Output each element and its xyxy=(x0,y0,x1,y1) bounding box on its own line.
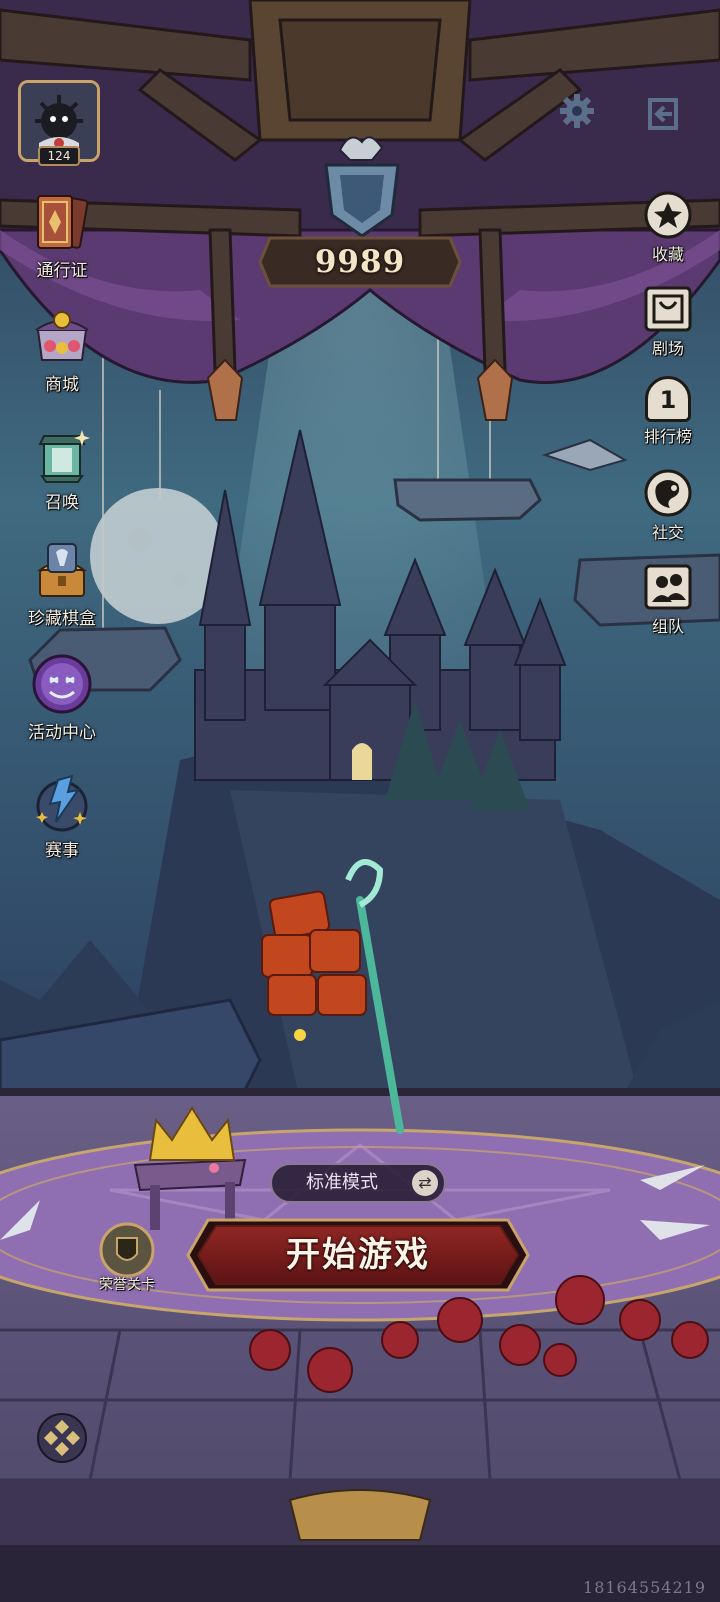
gear-icon xyxy=(560,94,594,128)
sidebar-item-theater[interactable]: 剧场 xyxy=(628,284,708,359)
sidebar-item-label: 召唤 xyxy=(45,493,79,513)
sidebar-item-label: 排行榜 xyxy=(643,427,692,446)
social-icon xyxy=(644,469,692,517)
sidebar-item-event-center[interactable]: 活动中心 xyxy=(7,654,117,743)
switch-mode-icon[interactable]: ⇄ xyxy=(412,1170,438,1196)
shop-icon xyxy=(35,311,89,361)
sidebar-item-pass[interactable]: 通行证 xyxy=(7,192,117,281)
player-level-badge: 124 xyxy=(38,146,80,166)
game-lobby-screen: 124 9989 通行证 商城 召唤 珍藏棋盒 活动中心 赛事 收藏 剧场 1 … xyxy=(0,0,720,1602)
ranking-number: 1 xyxy=(659,386,677,414)
theater-icon xyxy=(644,286,692,332)
sidebar-item-label: 组队 xyxy=(651,617,684,636)
deck-menu-button[interactable] xyxy=(36,1412,88,1464)
floor-ornament xyxy=(288,1489,432,1541)
summon-lantern-icon xyxy=(38,430,90,483)
hanging-cloud-prop xyxy=(393,478,542,522)
honor-level-label: 荣誉关卡 xyxy=(99,1277,155,1293)
sidebar-item-social[interactable]: 社交 xyxy=(628,468,708,543)
watermark-text: 18164554219 xyxy=(583,1578,706,1597)
team-icon xyxy=(644,564,692,610)
game-mode-selector[interactable]: 标准模式 ⇄ xyxy=(270,1163,446,1203)
event-mask-icon xyxy=(32,654,92,714)
sidebar-item-label: 剧场 xyxy=(651,339,684,358)
sidebar-item-shop[interactable]: 商城 xyxy=(7,306,117,395)
sidebar-item-summon[interactable]: 召唤 xyxy=(7,424,117,513)
sidebar-item-collection[interactable]: 收藏 xyxy=(628,190,708,265)
start-game-label: 开始游戏 xyxy=(286,1235,430,1275)
start-game-button[interactable]: 开始游戏 xyxy=(186,1218,530,1292)
treasure-box-icon xyxy=(36,543,88,597)
sidebar-item-label: 收藏 xyxy=(651,245,684,264)
sidebar-item-treasure-box[interactable]: 珍藏棋盒 xyxy=(7,540,117,629)
sidebar-item-ranking[interactable]: 1 排行榜 xyxy=(628,376,708,447)
pass-card-icon xyxy=(37,195,89,249)
settings-button[interactable] xyxy=(558,92,596,130)
honor-shield-icon xyxy=(99,1222,155,1278)
tournament-icon xyxy=(36,774,88,832)
sidebar-item-label: 活动中心 xyxy=(28,723,96,743)
honor-level-button[interactable]: 荣誉关卡 xyxy=(92,1222,162,1294)
star-collection-icon xyxy=(644,191,692,239)
sidebar-item-label: 社交 xyxy=(651,523,684,542)
exit-icon xyxy=(648,98,678,130)
sidebar-item-label: 赛事 xyxy=(45,841,79,861)
ranking-icon: 1 xyxy=(645,376,691,422)
diamond-grid-icon xyxy=(37,1413,87,1463)
sidebar-item-label: 珍藏棋盒 xyxy=(28,609,96,629)
sidebar-item-label: 通行证 xyxy=(36,261,88,281)
currency-value: 9989 xyxy=(314,244,406,280)
logout-button[interactable] xyxy=(646,96,682,132)
castle-door-light xyxy=(352,743,372,780)
sidebar-item-label: 商城 xyxy=(45,375,79,395)
sidebar-item-team[interactable]: 组队 xyxy=(628,562,708,637)
game-mode-label: 标准模式 xyxy=(306,1172,378,1193)
sidebar-item-tournament[interactable]: 赛事 xyxy=(7,772,117,861)
